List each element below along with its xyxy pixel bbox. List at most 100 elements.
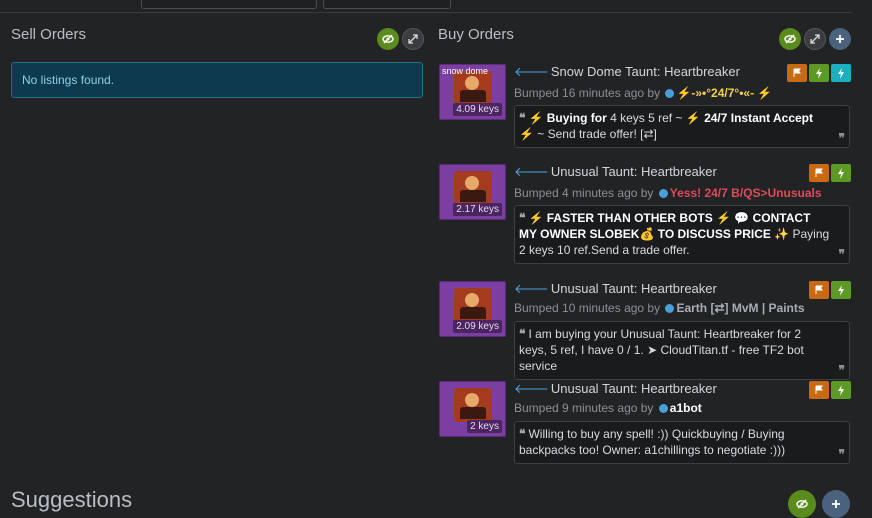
price-tag: 4.09 keys [453, 103, 502, 116]
no-listings-notice: No listings found. [11, 62, 423, 98]
item-title[interactable]: 🡐 Unusual Taunt: Heartbreaker [514, 281, 717, 297]
status-dot-icon [658, 189, 668, 199]
listing-message: ❝ I am buying your Unusual Taunt: Heartbr… [514, 321, 850, 380]
listing-badges [809, 381, 851, 399]
lightning-icon [838, 384, 844, 396]
buy-expand-button[interactable] [804, 28, 826, 50]
item-title-text: Unusual Taunt: Heartbreaker [550, 281, 717, 296]
price-tag: 2.09 keys [453, 320, 502, 333]
quote-open-icon: ❝ [519, 427, 526, 441]
listing-message: ❝ Willing to buy any spell! :)) Quickbuyi… [514, 421, 850, 464]
sell-hide-button[interactable] [377, 28, 399, 50]
item-title[interactable]: 🡐 Unusual Taunt: Heartbreaker [514, 381, 717, 397]
listing-item: 2 keys 🡐 Unusual Taunt: Heartbreaker Bump… [439, 381, 851, 465]
quote-close-icon: ❞ [838, 247, 845, 261]
instant-trade-button[interactable] [809, 64, 829, 82]
report-button[interactable] [809, 381, 829, 399]
bumped-line: Bumped 4 minutes ago by Yess! 24/7 B/QS>… [514, 186, 822, 200]
listing-item: snow dome 4.09 keys 🡐 Snow Dome Taunt: He… [439, 64, 851, 148]
bumped-text: Bumped 16 minutes ago by [514, 86, 661, 100]
message-text: 4 keys 5 ref ~ ⚡ [606, 111, 705, 125]
quote-close-icon: ❞ [838, 447, 845, 461]
quote-open-icon: ❝ [519, 211, 526, 225]
report-button[interactable] [787, 64, 807, 82]
status-dot-icon [658, 404, 668, 414]
flag-icon [815, 385, 823, 394]
bumped-line: Bumped 9 minutes ago by a1bot [514, 401, 702, 415]
price-tag: 2.17 keys [453, 203, 502, 216]
flag-icon [793, 68, 801, 77]
status-dot-icon [665, 89, 675, 99]
message-end: ⚡ ~ Send trade offer! [⇄] [519, 127, 657, 141]
item-title-text: Unusual Taunt: Heartbreaker [550, 381, 717, 396]
item-title-text: Unusual Taunt: Heartbreaker [550, 164, 717, 179]
item-image [454, 71, 492, 105]
item-thumbnail[interactable]: 2.17 keys [439, 164, 506, 220]
lightning-icon [816, 67, 822, 79]
report-button[interactable] [809, 164, 829, 182]
user-name[interactable]: Yess! 24/7 B/QS>Unusuals [670, 186, 822, 200]
instant-trade-button[interactable] [831, 281, 851, 299]
bumped-text: Bumped 4 minutes ago by [514, 186, 654, 200]
arrow-left-icon: 🡐 [514, 381, 549, 396]
flag-icon [815, 285, 823, 294]
listing-item: 2.09 keys 🡐 Unusual Taunt: Heartbreaker B… [439, 281, 851, 380]
sell-expand-button[interactable] [402, 28, 424, 50]
user-name[interactable]: Earth [⇄] MvM | Paints [676, 301, 804, 315]
user-name[interactable]: a1bot [670, 401, 702, 415]
top-filter-field[interactable] [141, 0, 317, 9]
listing-badges [809, 281, 851, 299]
suggestions-add-button[interactable] [822, 490, 850, 518]
message-bold: ⚡ FASTER THAN OTHER BOTS ⚡ 💬 CONTACT MY … [519, 211, 811, 241]
instant-trade-button[interactable] [831, 164, 851, 182]
suggestions-hide-button[interactable] [788, 490, 816, 518]
item-thumbnail[interactable]: snow dome 4.09 keys [439, 64, 506, 120]
expand-icon [408, 34, 418, 44]
listing-badges [787, 64, 851, 82]
quote-open-icon: ❝ [519, 111, 526, 125]
lightning-icon [838, 284, 844, 296]
bumped-line: Bumped 10 minutes ago by Earth [⇄] MvM |… [514, 301, 805, 315]
arrow-left-icon: 🡐 [514, 64, 549, 79]
message-text: Willing to buy any spell! :)) Quickbuyin… [519, 427, 786, 457]
listing-badges [809, 164, 851, 182]
buy-hide-button[interactable] [779, 28, 801, 50]
lightning-icon [838, 67, 844, 79]
quote-open-icon: ❝ [519, 327, 526, 341]
autobuy-button[interactable] [831, 64, 851, 82]
item-image [454, 388, 492, 422]
item-image [454, 288, 492, 322]
status-dot-icon [665, 304, 675, 314]
message-text: I am buying your Unusual Taunt: Heartbre… [519, 327, 804, 373]
effect-label: snow dome [442, 66, 489, 76]
item-thumbnail[interactable]: 2.09 keys [439, 281, 506, 337]
item-title[interactable]: 🡐 Snow Dome Taunt: Heartbreaker [514, 64, 740, 80]
bumped-text: Bumped 10 minutes ago by [514, 301, 661, 315]
buy-add-button[interactable] [829, 28, 851, 50]
instant-trade-button[interactable] [831, 381, 851, 399]
user-name[interactable]: ⚡-»•°24/7°•«- ⚡ [676, 86, 772, 100]
lightning-icon [838, 167, 844, 179]
item-image [454, 171, 492, 205]
report-button[interactable] [809, 281, 829, 299]
sell-orders-title: Sell Orders [11, 26, 87, 43]
bumped-line: Bumped 16 minutes ago by ⚡-»•°24/7°•«- ⚡ [514, 86, 772, 100]
arrow-left-icon: 🡐 [514, 164, 549, 179]
top-bar [0, 0, 852, 13]
eye-slash-icon [784, 34, 796, 44]
eye-slash-icon [382, 34, 394, 44]
message-bold: ⚡ Buying for [528, 111, 607, 125]
item-title[interactable]: 🡐 Unusual Taunt: Heartbreaker [514, 164, 717, 180]
arrow-left-icon: 🡐 [514, 281, 549, 296]
price-tag: 2 keys [467, 420, 502, 433]
item-thumbnail[interactable]: 2 keys [439, 381, 506, 437]
expand-icon [810, 34, 820, 44]
quote-close-icon: ❞ [838, 363, 845, 377]
listing-message: ❝ ⚡ FASTER THAN OTHER BOTS ⚡ 💬 CONTACT MY… [514, 205, 850, 264]
bumped-text: Bumped 9 minutes ago by [514, 401, 654, 415]
eye-slash-icon [796, 499, 808, 509]
message-bold-2: 24/7 Instant Accept [704, 111, 813, 125]
top-filter-field-2[interactable] [323, 0, 451, 9]
plus-icon [836, 35, 844, 43]
flag-icon [815, 168, 823, 177]
